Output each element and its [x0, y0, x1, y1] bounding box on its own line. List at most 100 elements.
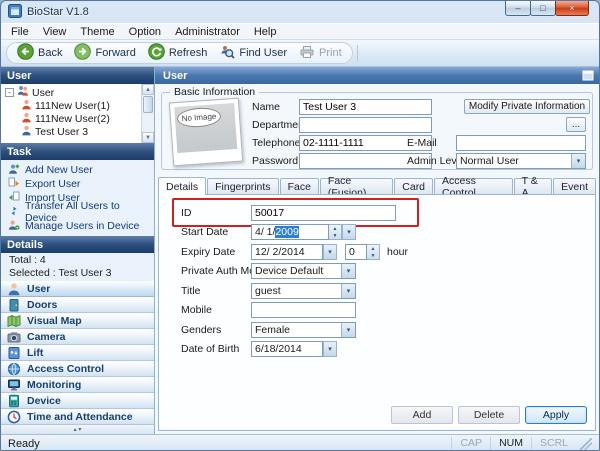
- status-indicators: CAP NUM SCRL: [451, 435, 592, 450]
- back-button[interactable]: Back: [11, 43, 68, 63]
- sidebar-item-doors[interactable]: Doors: [1, 297, 154, 313]
- sidebar-collapse-strip[interactable]: ▴ ▾: [1, 425, 154, 434]
- genders-select[interactable]: Female ▾: [251, 322, 356, 338]
- forward-label: Forward: [95, 47, 136, 59]
- tab-card[interactable]: Card: [394, 178, 434, 194]
- admin-level-value: Normal User: [460, 155, 519, 167]
- tab-details[interactable]: Details: [158, 177, 207, 195]
- menu-theme[interactable]: Theme: [73, 25, 121, 39]
- find-user-button[interactable]: Find User: [213, 43, 293, 63]
- scroll-down-button[interactable]: ▼: [142, 132, 154, 143]
- telephone-label: Telephone: [252, 137, 301, 149]
- scroll-thumb[interactable]: [143, 96, 153, 113]
- department-browse-button[interactable]: ...: [566, 117, 586, 132]
- visual-map-icon: [7, 314, 21, 328]
- sidebar-item-lift[interactable]: Lift: [1, 345, 154, 361]
- minimize-button[interactable]: –: [505, 1, 531, 16]
- nav-label: User: [27, 283, 51, 295]
- caps-indicator: CAP: [451, 437, 490, 450]
- task-add-new-user[interactable]: Add New User: [1, 163, 154, 177]
- spin-down-icon: ▼: [332, 232, 338, 239]
- task-panel-header: Task: [1, 143, 154, 160]
- print-button[interactable]: Print: [293, 43, 348, 63]
- tab-face-fusion[interactable]: Face (Fusion): [319, 175, 394, 199]
- private-auth-value: Device Default: [255, 265, 324, 277]
- sidebar-item-visual-map[interactable]: Visual Map: [1, 313, 154, 329]
- apply-button[interactable]: Apply: [525, 406, 587, 424]
- panel-toggle-icon[interactable]: [582, 70, 594, 84]
- delete-button[interactable]: Delete: [458, 406, 520, 424]
- email-input[interactable]: [456, 135, 586, 151]
- task-export-user[interactable]: Export User: [1, 177, 154, 191]
- expiry-date-dropdown-button[interactable]: ▾: [323, 244, 337, 260]
- mobile-input[interactable]: [251, 302, 356, 318]
- menu-view[interactable]: View: [36, 25, 74, 39]
- title-bar[interactable]: BioStar V1.8 – □ ×: [1, 1, 599, 23]
- total-count: Total : 4: [9, 254, 46, 266]
- department-input[interactable]: [299, 117, 432, 133]
- tab-ta[interactable]: T & A: [513, 175, 553, 199]
- menu-option[interactable]: Option: [122, 25, 168, 39]
- tree-item-user-root[interactable]: - User: [5, 86, 140, 99]
- sidebar-item-device[interactable]: Device: [1, 393, 154, 409]
- id-input[interactable]: [251, 205, 396, 221]
- title-label: Title: [181, 285, 201, 297]
- genders-value: Female: [255, 324, 291, 336]
- password-label: Password: [252, 155, 299, 167]
- status-text: Ready: [8, 437, 40, 450]
- title-select[interactable]: guest ▾: [251, 283, 356, 299]
- dob-picker[interactable]: 6/18/2014: [251, 341, 323, 357]
- status-bar: Ready CAP NUM SCRL: [1, 434, 599, 450]
- chevron-down-icon: ▾: [341, 284, 355, 298]
- tree-collapse-toggle[interactable]: -: [5, 88, 14, 97]
- forward-button[interactable]: Forward: [68, 43, 141, 63]
- modify-private-info-button[interactable]: Modify Private Information: [464, 99, 590, 114]
- admin-level-select[interactable]: Normal User ▾: [456, 153, 586, 169]
- content-header: User: [155, 67, 599, 84]
- sidebar-item-time-attendance[interactable]: Time and Attendance: [1, 409, 154, 425]
- spin-down-icon: ▼: [370, 252, 376, 259]
- tab-access-control[interactable]: Access Control: [434, 175, 513, 199]
- resize-grip[interactable]: [580, 437, 592, 450]
- email-label: E-Mail: [407, 137, 437, 149]
- scroll-up-button[interactable]: ▲: [142, 84, 154, 95]
- name-input[interactable]: [299, 99, 432, 115]
- tree-item[interactable]: 111New User(2): [5, 112, 140, 125]
- expiry-hour-spinner[interactable]: ▲ ▼: [367, 244, 380, 260]
- tree-item-selected[interactable]: Test User 3: [5, 125, 140, 138]
- expiry-hour-input[interactable]: 0: [345, 244, 367, 260]
- details-panel-header: Details: [1, 236, 154, 253]
- expiry-date-picker[interactable]: 12/ 2/2014: [251, 244, 323, 260]
- tab-fingerprints[interactable]: Fingerprints: [207, 178, 279, 194]
- task-transfer-users[interactable]: Transfer All Users to Device: [1, 200, 154, 224]
- sidebar-item-camera[interactable]: Camera: [1, 329, 154, 345]
- task-manage-users[interactable]: Manage Users in Device: [1, 219, 154, 233]
- toolbar-separator: [356, 45, 358, 61]
- maximize-button[interactable]: □: [530, 1, 556, 16]
- menu-file[interactable]: File: [4, 25, 36, 39]
- start-date-dropdown-button[interactable]: ▾: [342, 224, 356, 240]
- chevron-down-icon: ▾: [347, 229, 351, 236]
- sidebar-item-monitoring[interactable]: Monitoring: [1, 377, 154, 393]
- menu-help[interactable]: Help: [247, 25, 284, 39]
- tree-root-label: User: [32, 86, 55, 99]
- basic-info-groupbox: Basic Information No Image Name Modify P…: [161, 86, 593, 170]
- chevron-down-icon: ▾: [571, 154, 585, 168]
- dob-value: 6/18/2014: [255, 343, 302, 355]
- start-date-spinner[interactable]: ▲ ▼: [329, 224, 342, 240]
- start-date-picker[interactable]: 4/ 1/2009: [251, 224, 329, 240]
- sidebar-item-user[interactable]: User: [1, 281, 154, 297]
- chevron-down-icon: ▾: [341, 264, 355, 278]
- refresh-button[interactable]: Refresh: [142, 43, 214, 63]
- sidebar-item-access-control[interactable]: Access Control: [1, 361, 154, 377]
- tree-item[interactable]: 111New User(1): [5, 99, 140, 112]
- add-button[interactable]: Add: [391, 406, 453, 424]
- find-user-icon: [219, 44, 236, 63]
- menu-administrator[interactable]: Administrator: [168, 25, 247, 39]
- tab-face[interactable]: Face: [279, 178, 319, 194]
- start-date-value: 4/ 1/: [255, 226, 276, 238]
- private-auth-select[interactable]: Device Default ▾: [251, 263, 356, 279]
- close-button[interactable]: ×: [555, 1, 589, 16]
- dob-dropdown-button[interactable]: ▾: [323, 341, 337, 357]
- tab-event[interactable]: Event: [553, 178, 596, 194]
